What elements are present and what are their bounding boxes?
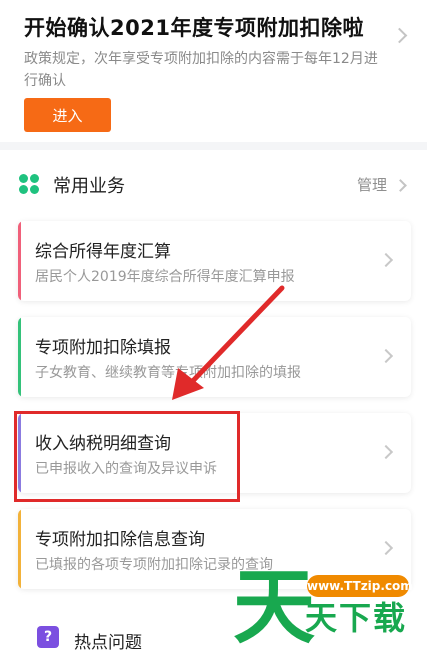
clover-icon [19, 174, 39, 194]
watermark-url: www.TTzip.com [307, 575, 413, 597]
page: 开始确认2021年度专项附加扣除啦 政策规定，次年享受专项附加扣除的内容需于每年… [0, 0, 427, 656]
chevron-right-icon [378, 540, 394, 556]
card-accent-bar [18, 221, 21, 301]
card-subtitle: 子女教育、继续教育等专项附加扣除的填报 [35, 365, 301, 381]
manage-link[interactable]: 管理 [357, 174, 387, 195]
chevron-right-icon [394, 179, 407, 192]
service-card-special-deduction-filing[interactable]: 专项附加扣除填报 子女教育、继续教育等专项附加扣除的填报 [18, 317, 411, 397]
hot-questions-label: 热点问题 [74, 633, 142, 653]
enter-button[interactable]: 进入 [24, 98, 111, 132]
chevron-right-icon [378, 252, 394, 268]
question-icon: ? [37, 626, 59, 648]
chevron-right-icon [378, 348, 394, 364]
watermark-logo-text: 天下载 [305, 599, 408, 637]
card-title: 专项附加扣除信息查询 [35, 530, 205, 550]
watermark-logo-large: 天 [233, 560, 316, 655]
chevron-right-icon [378, 444, 394, 460]
card-accent-bar [18, 509, 21, 589]
card-subtitle: 居民个人2019年度综合所得年度汇算申报 [35, 269, 295, 285]
section-title: 常用业务 [53, 176, 125, 197]
card-title: 专项附加扣除填报 [35, 338, 171, 358]
banner-title: 开始确认2021年度专项附加扣除啦 [24, 16, 364, 40]
card-accent-bar [18, 317, 21, 397]
section-header: 常用业务 管理 [0, 150, 427, 216]
annotation-highlight-box [14, 411, 240, 502]
card-title: 综合所得年度汇算 [35, 242, 171, 262]
service-card-annual-settlement[interactable]: 综合所得年度汇算 居民个人2019年度综合所得年度汇算申报 [18, 221, 411, 301]
banner-description: 政策规定，次年享受专项附加扣除的内容需于每年12月进行确认 [24, 51, 378, 89]
confirm-banner[interactable]: 开始确认2021年度专项附加扣除啦 政策规定，次年享受专项附加扣除的内容需于每年… [0, 0, 427, 142]
chevron-right-icon [391, 27, 408, 44]
